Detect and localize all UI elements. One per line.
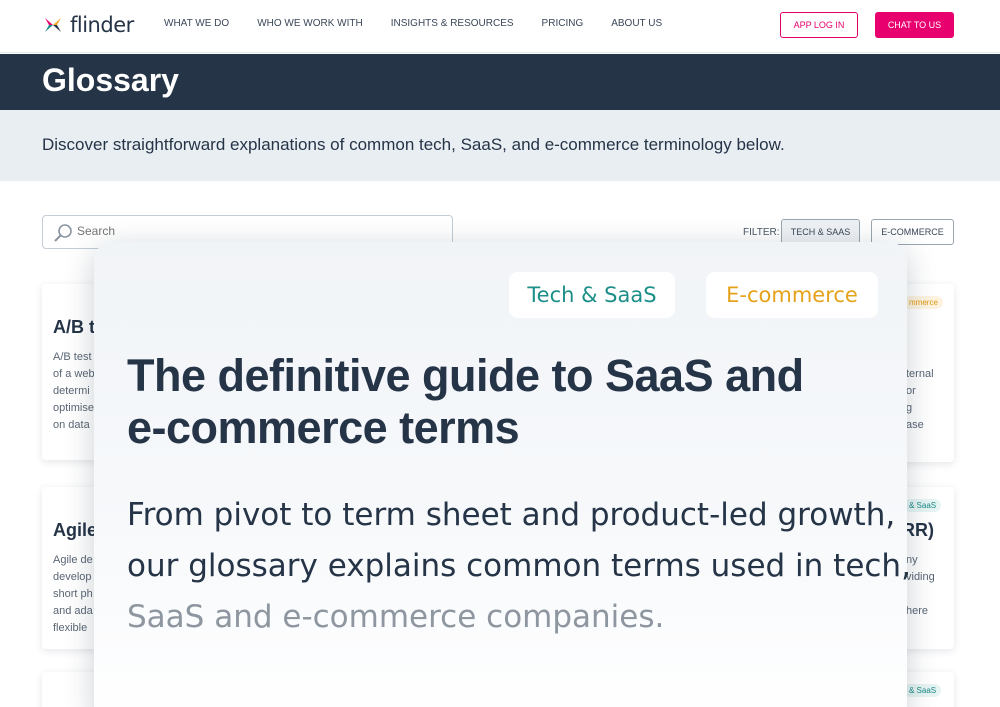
glossary-card-right-top[interactable]: mmerce ternal or g ase bbox=[900, 284, 954, 462]
intro-band: Discover straightforward explanations of… bbox=[0, 110, 1000, 181]
search-input[interactable] bbox=[77, 224, 437, 238]
glossary-card-ab-testing[interactable]: A/B t A/B test of a web determi optimise… bbox=[42, 284, 98, 460]
category-tag: mmerce bbox=[904, 296, 943, 309]
nav-what-we-do[interactable]: WHAT WE DO bbox=[164, 18, 229, 29]
card-text: optimise bbox=[53, 402, 94, 414]
app-login-button[interactable]: APP LOG IN bbox=[780, 12, 858, 38]
flinder-logo-icon bbox=[45, 18, 61, 32]
chat-to-us-button[interactable]: CHAT TO US bbox=[875, 12, 954, 38]
panel-heading-line-1: The definitive guide to SaaS and bbox=[127, 350, 804, 401]
nav-about-us[interactable]: ABOUT US bbox=[611, 18, 662, 29]
panel-description-line-1: From pivot to term sheet and product-led… bbox=[127, 497, 896, 533]
search-icon bbox=[54, 224, 72, 242]
card-text: develop bbox=[53, 571, 92, 583]
glossary-card-partial[interactable] bbox=[42, 672, 98, 707]
category-tag: & SaaS bbox=[904, 499, 942, 512]
card-text: determi bbox=[53, 385, 90, 397]
card-title: A/B t bbox=[53, 317, 95, 337]
panel-heading: The definitive guide to SaaS and e-comme… bbox=[127, 350, 847, 454]
tag-e-commerce[interactable]: E-commerce bbox=[706, 272, 878, 318]
nav-pricing[interactable]: PRICING bbox=[542, 18, 584, 29]
glossary-card-right-bot[interactable]: & SaaS bbox=[900, 672, 954, 707]
category-tag: & SaaS bbox=[904, 684, 942, 697]
title-band: Glossary bbox=[0, 54, 1000, 110]
glossary-card-agile[interactable]: Agile Agile de develop short ph and ada … bbox=[42, 487, 98, 649]
card-text: Agile de bbox=[53, 554, 93, 566]
logo-text: flinder bbox=[70, 13, 134, 37]
card-text: flexible bbox=[53, 622, 88, 634]
card-text: here bbox=[906, 605, 929, 617]
intro-text: Discover straightforward explanations of… bbox=[42, 135, 785, 154]
card-text: or bbox=[906, 385, 916, 397]
page-title: Glossary bbox=[42, 62, 179, 98]
panel-description-line-2: our glossary explains common terms used … bbox=[127, 548, 911, 584]
nav-who-we-work-with[interactable]: WHO WE WORK WITH bbox=[257, 18, 363, 29]
main-menu: WHAT WE DO WHO WE WORK WITH INSIGHTS & R… bbox=[164, 18, 690, 29]
card-text: on data bbox=[53, 419, 90, 431]
nav-insights-resources[interactable]: INSIGHTS & RESOURCES bbox=[391, 18, 514, 29]
tag-tech-saas[interactable]: Tech & SaaS bbox=[509, 272, 675, 318]
panel-heading-line-2: e-commerce terms bbox=[127, 402, 520, 453]
panel-description-line-3: SaaS and e-commerce companies. bbox=[127, 599, 665, 635]
panel-description: From pivot to term sheet and product-led… bbox=[127, 490, 911, 643]
glossary-intro-panel: Tech & SaaS E-commerce The definitive gu… bbox=[94, 242, 911, 707]
card-title: Agile bbox=[53, 520, 98, 540]
top-nav: flinder WHAT WE DO WHO WE WORK WITH INSI… bbox=[0, 0, 1000, 53]
card-text: of a web bbox=[53, 368, 95, 380]
card-text: ternal bbox=[906, 368, 934, 380]
filter-label: FILTER: bbox=[743, 227, 780, 238]
card-text: and ada bbox=[53, 605, 93, 617]
card-text: short ph bbox=[53, 588, 93, 600]
logo[interactable]: flinder bbox=[42, 13, 134, 37]
card-text: ase bbox=[906, 419, 924, 431]
card-text: A/B test bbox=[53, 351, 92, 363]
